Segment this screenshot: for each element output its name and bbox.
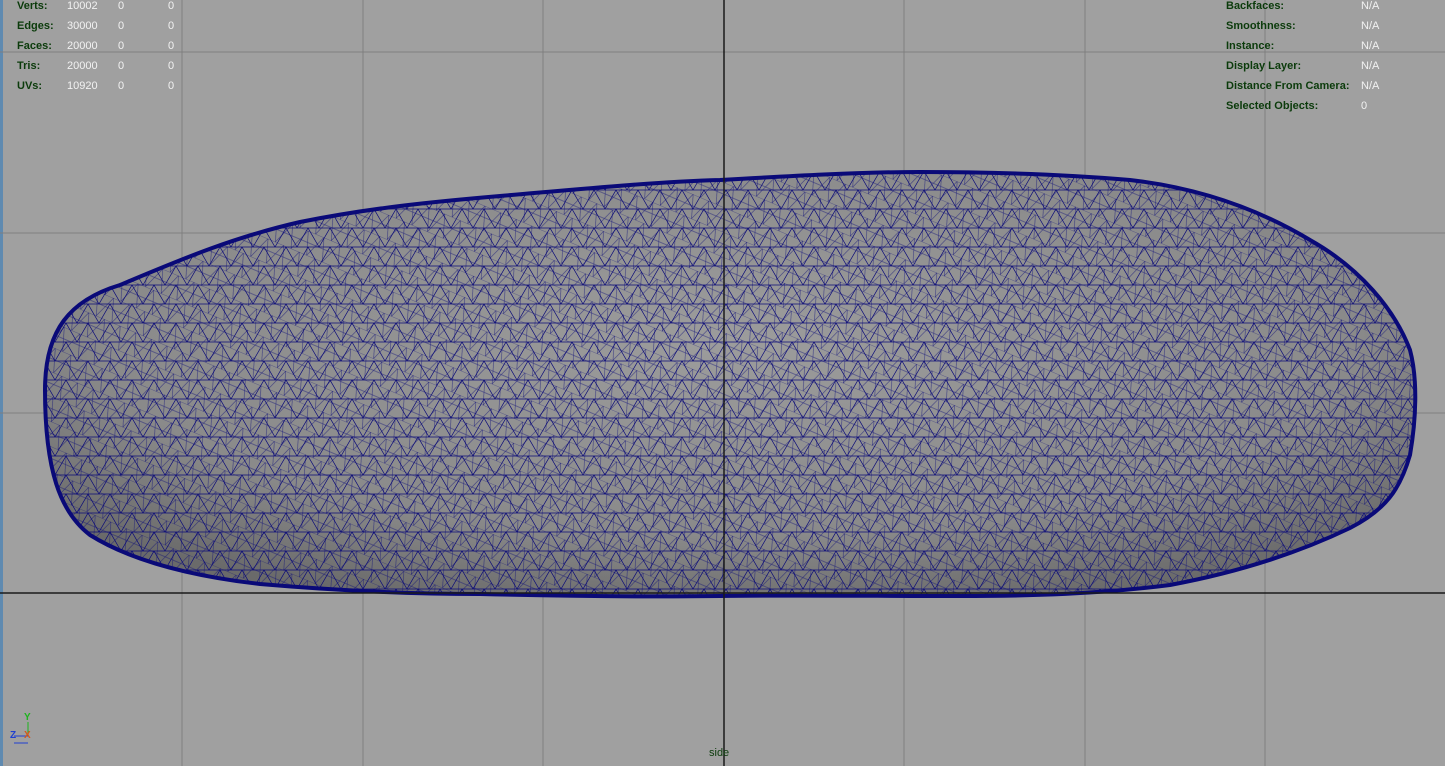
stat-value: 10002 [67,0,98,12]
detail-label: Smoothness: [1226,20,1296,32]
detail-label: Backfaces: [1226,0,1285,12]
detail-value: N/A [1361,60,1380,72]
mesh-object[interactable] [0,150,1445,620]
stat-value: 0 [168,0,175,12]
stat-value: 0 [118,20,125,32]
y-axis-label: Y [24,712,31,723]
x-axis-label: X [24,730,31,741]
stat-value: 0 [168,60,175,72]
detail-label: Distance From Camera: [1226,80,1350,92]
stat-label: Faces: [17,40,52,52]
detail-label: Selected Objects: [1226,100,1319,112]
camera-view-label: side [709,747,730,759]
axis-orientation-gizmo: Y Z X [8,712,38,746]
stat-value: 0 [168,20,175,32]
detail-value: N/A [1361,40,1380,52]
stat-value: 20000 [67,60,98,72]
detail-label: Display Layer: [1226,60,1302,72]
z-axis-label: Z [10,730,17,741]
stat-value: 30000 [67,20,98,32]
detail-value: N/A [1361,80,1380,92]
stat-label: Tris: [17,60,41,72]
stat-label: UVs: [17,80,43,92]
detail-value: 0 [1361,100,1368,112]
stat-value: 0 [118,0,125,12]
detail-label: Instance: [1226,40,1275,52]
detail-value: N/A [1361,0,1380,12]
stat-value: 10920 [67,80,98,92]
stat-value: 0 [168,80,175,92]
stat-label: Edges: [17,20,54,32]
stat-value: 0 [118,40,125,52]
stat-label: Verts: [17,0,48,12]
detail-value: N/A [1361,20,1380,32]
stat-value: 0 [168,40,175,52]
stat-value: 0 [118,60,125,72]
wireframe-overlay [45,172,1416,597]
stat-value: 20000 [67,40,98,52]
stat-value: 0 [118,80,125,92]
